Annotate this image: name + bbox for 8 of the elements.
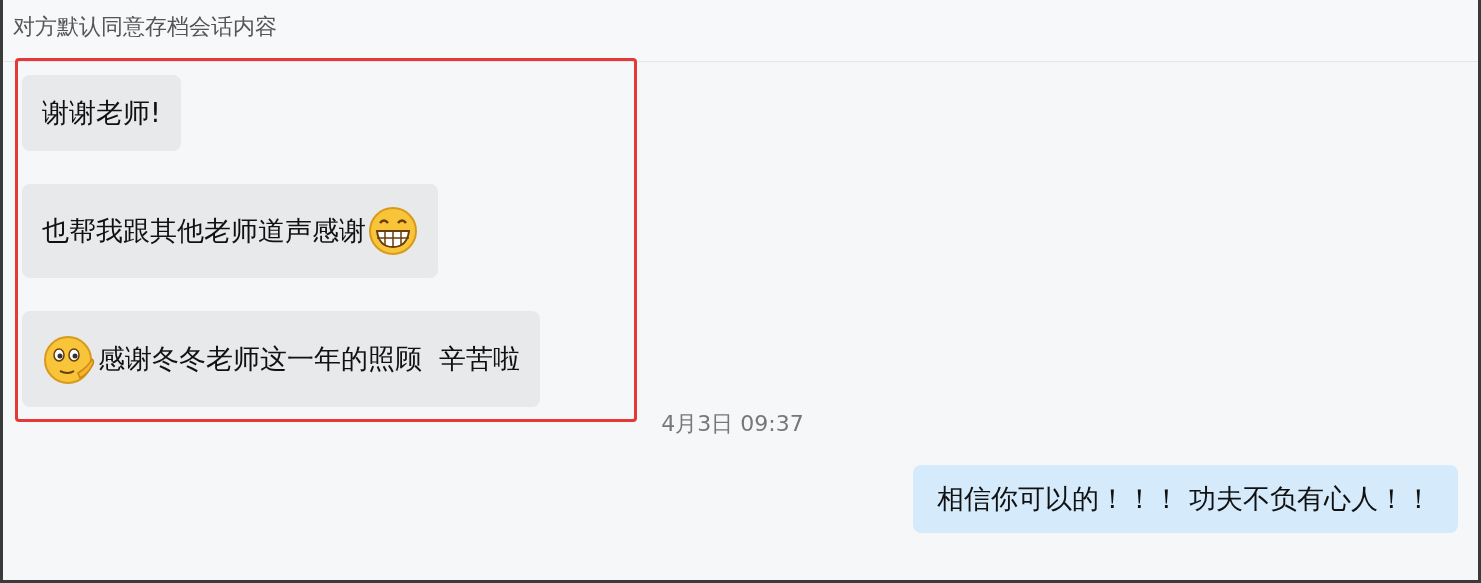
message-timestamp: 4月3日 09:37 xyxy=(661,410,804,438)
saluting-emoji-icon xyxy=(42,333,96,385)
message-text: 谢谢老师! xyxy=(42,97,161,129)
message-text: 也帮我跟其他老师道声感谢 xyxy=(42,215,366,247)
archive-notice: 对方默认同意存档会话内容 xyxy=(13,13,277,41)
message-text: 感谢冬冬老师这一年的照顾 辛苦啦 xyxy=(98,343,521,375)
grinning-emoji-icon xyxy=(368,206,418,256)
message-text: 相信你可以的！！！ 功夫不负有心人！！ xyxy=(937,483,1432,515)
